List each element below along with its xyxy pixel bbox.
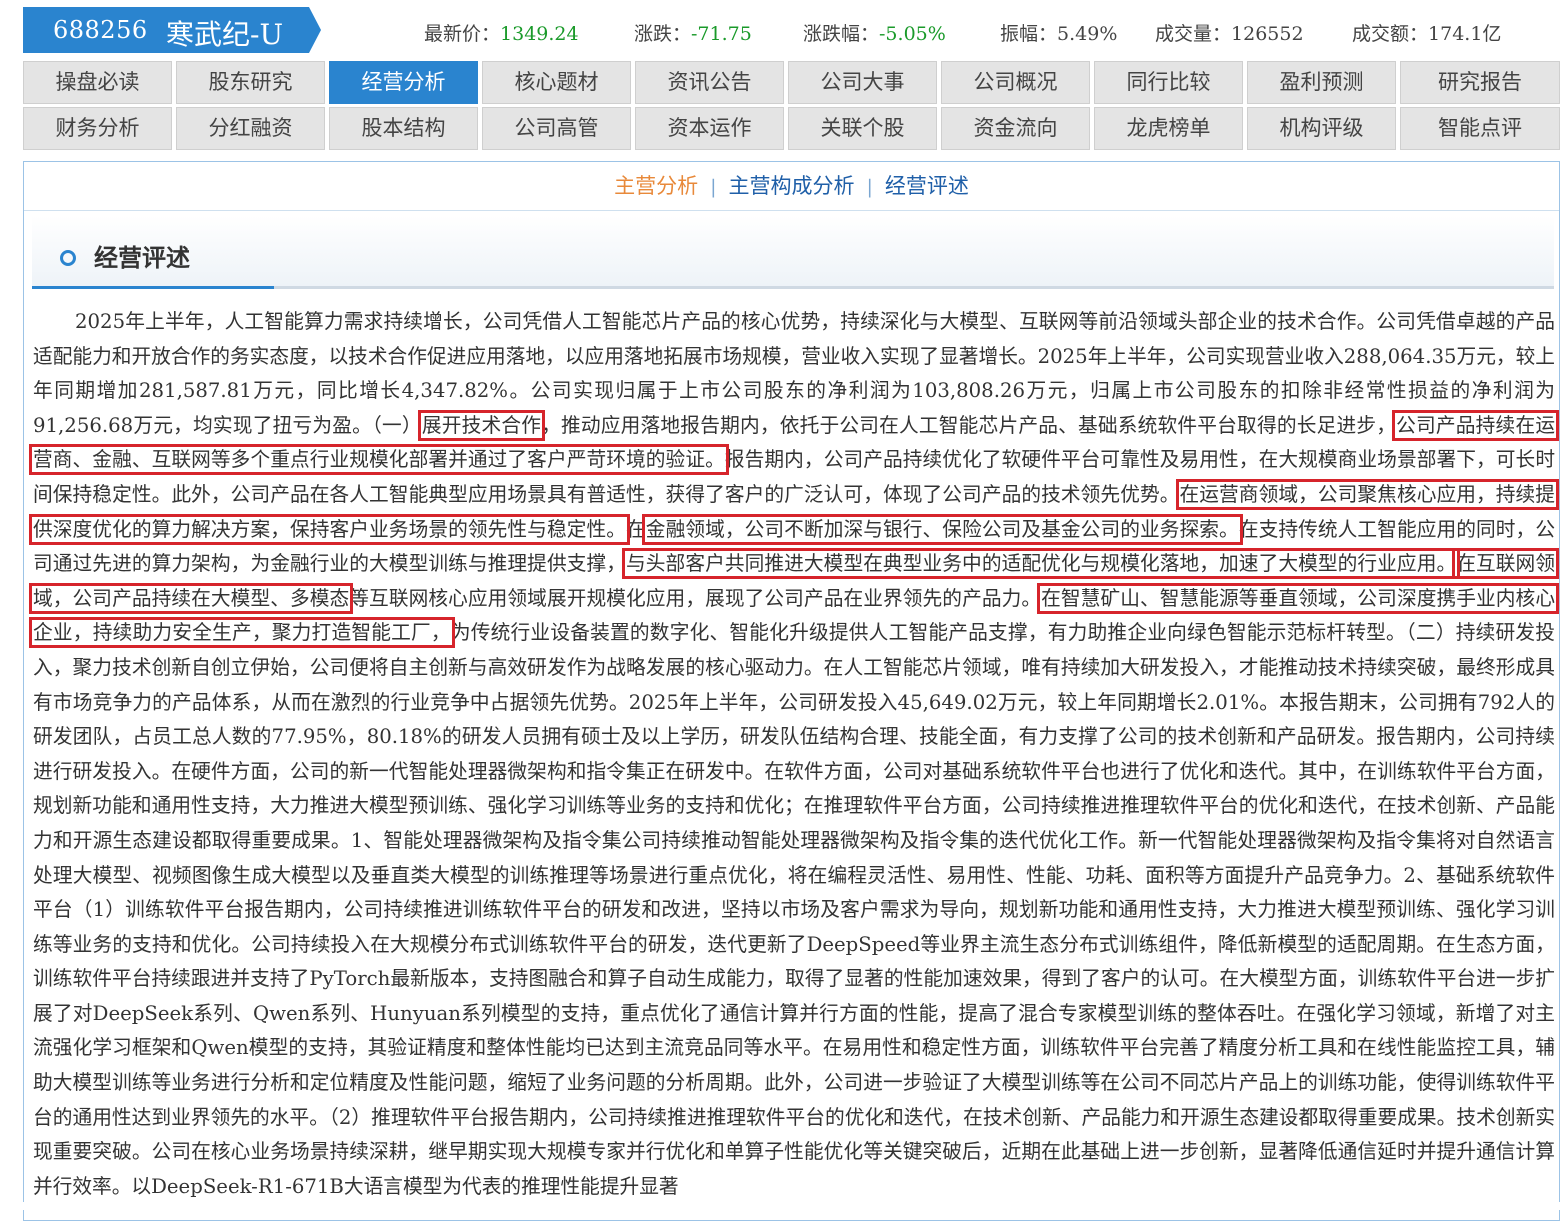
tab-reports[interactable]: 研究报告 [1400, 61, 1560, 104]
amplitude-label: 振幅： [1000, 23, 1058, 45]
stock-tag[interactable]: 688256 寒武纪-U [23, 7, 321, 53]
sub-navigation: 主营分析 | 主营构成分析 | 经营评述 [24, 162, 1559, 211]
business-review-text: 2025年上半年，人工智能算力需求持续增长，公司凭借人工智能芯片产品的核心优势，… [28, 305, 1560, 1204]
tab-ratings[interactable]: 机构评级 [1247, 107, 1396, 150]
volume-label: 成交量： [1155, 23, 1232, 45]
tab-shareholders[interactable]: 股东研究 [176, 61, 325, 104]
tab-executives[interactable]: 公司高管 [482, 107, 631, 150]
change-percent-value: -5.05% [879, 23, 946, 45]
subnav-review[interactable]: 经营评述 [885, 162, 969, 210]
change-percent: 涨跌幅：-5.05% [803, 19, 946, 46]
stock-code: 688256 [53, 16, 148, 44]
tab-row-1: 操盘必读 股东研究 经营分析 核心题材 资讯公告 公司大事 公司概况 同行比较 … [23, 61, 1560, 104]
tab-capital-ops[interactable]: 资本运作 [635, 107, 784, 150]
page-bottom-edge [0, 1202, 1567, 1210]
tab-caopan[interactable]: 操盘必读 [23, 61, 172, 104]
highlight-box: 金融领域，公司不断加深与银行、保险公司及基金公司的业务探索。 [641, 513, 1243, 545]
tab-smart-review[interactable]: 智能点评 [1400, 107, 1560, 150]
tab-row-2: 财务分析 分红融资 股本结构 公司高管 资本运作 关联个股 资金流向 龙虎榜单 … [23, 107, 1560, 150]
tab-related-stocks[interactable]: 关联个股 [788, 107, 937, 150]
subnav-separator: | [866, 176, 873, 198]
tab-financials[interactable]: 财务分析 [23, 107, 172, 150]
section-underline [32, 286, 274, 289]
volume: 成交量：126552 [1155, 19, 1304, 46]
section-header: 经营评述 [32, 216, 1554, 289]
review-text-part: 在 [626, 517, 646, 541]
tab-events[interactable]: 公司大事 [788, 61, 937, 104]
subnav-main-business[interactable]: 主营分析 [614, 162, 698, 210]
subnav-composition[interactable]: 主营构成分析 [729, 162, 855, 210]
section-title: 经营评述 [94, 243, 190, 272]
latest-price: 最新价：1349.24 [424, 19, 579, 46]
tab-overview[interactable]: 公司概况 [941, 61, 1090, 104]
review-text-part: ，推动应用落地报告期内，依托于公司在人工智能芯片产品、基础系统软件平台取得的长足… [541, 413, 1397, 437]
highlight-box: 展开技术合作 [417, 409, 546, 441]
tab-fund-flow[interactable]: 资金流向 [941, 107, 1090, 150]
content-frame: 主营分析 | 主营构成分析 | 经营评述 经营评述 2025年上半年，人工智能算力需求持… [23, 161, 1560, 1221]
tab-forecast[interactable]: 盈利预测 [1247, 61, 1396, 104]
latest-price-label: 最新价： [424, 23, 501, 45]
tab-dragon-tiger[interactable]: 龙虎榜单 [1094, 107, 1243, 150]
subnav-separator: | [710, 176, 717, 198]
circle-icon [60, 250, 76, 266]
review-text-part: 为传统行业设备装置的数字化、智能化升级提供人工智能产品支撑，有力助推企业向绿色智… [33, 621, 1555, 1198]
stock-name: 寒武纪-U [166, 18, 284, 51]
highlight-box: 与头部客户共同推进大模型在典型业务中的适配优化与规模化落地，加速了大模型的行业应… [622, 548, 1461, 580]
change-percent-label: 涨跌幅： [803, 23, 880, 45]
quote-bar: 688256 寒武纪-U 最新价：1349.24 涨跌：-71.75 涨跌幅：-… [0, 0, 1567, 62]
tab-business-analysis[interactable]: 经营分析 [329, 61, 478, 104]
price-change-label: 涨跌： [634, 23, 692, 45]
review-text-part: 等互联网核心应用领域展开规模化应用，展现了公司产品在业界领先的产品力。 [349, 586, 1042, 610]
tab-core-themes[interactable]: 核心题材 [482, 61, 631, 104]
turnover-label: 成交额： [1352, 23, 1429, 45]
price-change: 涨跌：-71.75 [634, 19, 752, 46]
turnover: 成交额：174.1亿 [1352, 19, 1501, 46]
amplitude-value: 5.49% [1057, 23, 1118, 45]
volume-value: 126552 [1231, 23, 1304, 45]
tab-peers[interactable]: 同行比较 [1094, 61, 1243, 104]
tab-dividends[interactable]: 分红融资 [176, 107, 325, 150]
tab-news[interactable]: 资讯公告 [635, 61, 784, 104]
amplitude: 振幅：5.49% [1000, 19, 1117, 46]
turnover-value: 174.1亿 [1428, 23, 1502, 45]
tab-share-structure[interactable]: 股本结构 [329, 107, 478, 150]
price-change-value: -71.75 [691, 23, 752, 45]
latest-price-value: 1349.24 [500, 23, 579, 45]
